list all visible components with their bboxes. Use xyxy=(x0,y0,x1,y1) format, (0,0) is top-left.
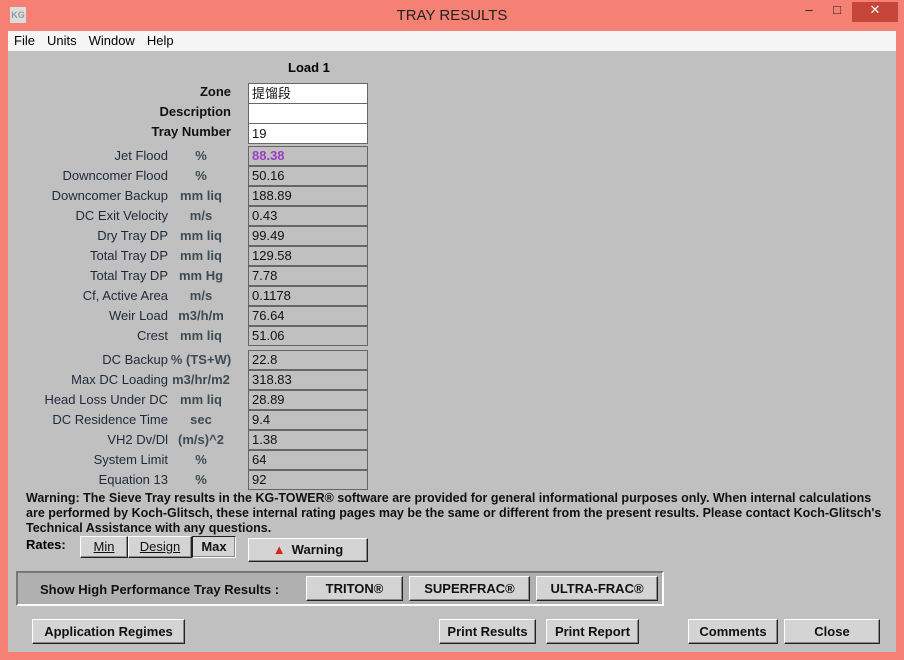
result-name: Total Tray DP xyxy=(89,248,168,263)
result-unit: m/s xyxy=(189,288,213,303)
description-label: Description xyxy=(159,104,231,119)
result-row: Jet Flood% 88.38 xyxy=(8,146,378,166)
result-value: 318.83 xyxy=(248,370,368,390)
result-row: Total Tray DP mm Hg 7.78 xyxy=(8,266,378,286)
menu-help[interactable]: Help xyxy=(141,31,180,51)
result-name: Max DC Loading xyxy=(71,372,168,387)
result-value: 9.4 xyxy=(248,410,368,430)
superfrac-button[interactable]: SUPERFRAC® xyxy=(409,576,530,601)
result-unit: mm liq xyxy=(180,328,222,343)
print-report-button[interactable]: Print Report xyxy=(546,619,639,644)
result-row: Head Loss Under DC mm liq 28.89 xyxy=(8,390,378,410)
result-row: VH2 Dv/Dl (m/s)^2 1.38 xyxy=(8,430,378,450)
result-row: Downcomer Backup mm liq 188.89 xyxy=(8,186,378,206)
comments-button[interactable]: Comments xyxy=(688,619,778,644)
result-unit: % xyxy=(195,148,207,163)
close-button[interactable]: Close xyxy=(784,619,880,644)
zone-field[interactable]: 提馏段 xyxy=(248,83,368,104)
result-row: System Limit% 64 xyxy=(8,450,378,470)
result-row: DC Residence Time sec 9.4 xyxy=(8,410,378,430)
result-unit: sec xyxy=(190,412,212,427)
rate-min-button[interactable]: Min xyxy=(80,536,128,558)
result-name: DC Residence Time xyxy=(52,412,168,427)
result-value: 64 xyxy=(248,450,368,470)
result-name: Total Tray DP xyxy=(89,268,168,283)
warning-button[interactable]: ▲ Warning xyxy=(248,538,368,562)
result-unit: % (TS+W) xyxy=(170,352,232,367)
result-row: DC Backup% (TS+W) 22.8 xyxy=(8,350,378,370)
result-unit: mm liq xyxy=(180,248,222,263)
result-row: Weir Load m3/h/m 76.64 xyxy=(8,306,378,326)
result-value: 99.49 xyxy=(248,226,368,246)
result-value: 28.89 xyxy=(248,390,368,410)
result-name: Cf, Active Area xyxy=(82,288,168,303)
hp-label: Show High Performance Tray Results : xyxy=(40,582,280,597)
tray-number-label: Tray Number xyxy=(151,124,231,139)
minimize-button[interactable]: – xyxy=(794,2,824,22)
result-unit: m3/hr/m2 xyxy=(172,372,230,387)
result-name: System Limit xyxy=(93,452,168,467)
menu-units[interactable]: Units xyxy=(41,31,83,51)
load-heading: Load 1 xyxy=(288,60,330,75)
window-title: TRAY RESULTS xyxy=(396,7,508,24)
result-value: 51.06 xyxy=(248,326,368,346)
result-row: DC Exit Velocity m/s 0.43 xyxy=(8,206,378,226)
client-area: Load 1 Zone 提馏段 Description Tray Number … xyxy=(8,51,896,652)
result-value: 88.38 xyxy=(248,146,368,166)
result-value: 7.78 xyxy=(248,266,368,286)
close-window-button[interactable]: ✕ xyxy=(852,2,898,22)
result-unit: % xyxy=(195,472,207,487)
result-unit: mm liq xyxy=(180,392,222,407)
result-row: Crest mm liq 51.06 xyxy=(8,326,378,346)
result-row: Downcomer Flood% 50.16 xyxy=(8,166,378,186)
tray-number-field[interactable]: 19 xyxy=(248,123,368,144)
zone-label: Zone xyxy=(199,84,231,99)
menu-file[interactable]: File xyxy=(8,31,41,51)
result-unit: % xyxy=(195,452,207,467)
result-value: 0.1178 xyxy=(248,286,368,306)
ultrafrac-button[interactable]: ULTRA-FRAC® xyxy=(536,576,658,601)
description-field[interactable] xyxy=(248,103,368,124)
rate-design-button[interactable]: Design xyxy=(128,536,192,558)
result-unit: mm Hg xyxy=(178,268,224,283)
result-name: Head Loss Under DC xyxy=(44,392,168,407)
result-value: 76.64 xyxy=(248,306,368,326)
warning-triangle-icon: ▲ xyxy=(272,542,286,557)
result-row: Cf, Active Area m/s 0.1178 xyxy=(8,286,378,306)
maximize-button[interactable]: □ xyxy=(822,2,852,22)
result-name: Downcomer Backup xyxy=(51,188,168,203)
result-unit: mm liq xyxy=(180,228,222,243)
result-value: 188.89 xyxy=(248,186,368,206)
rate-design-label: Design xyxy=(139,539,181,554)
result-value: 1.38 xyxy=(248,430,368,450)
result-value: 92 xyxy=(248,470,368,490)
print-results-button[interactable]: Print Results xyxy=(439,619,536,644)
rate-min-label: Min xyxy=(93,539,115,554)
menu-window[interactable]: Window xyxy=(83,31,141,51)
result-row: Max DC Loading m3/hr/m2 318.83 xyxy=(8,370,378,390)
rate-max-label: Max xyxy=(201,539,227,554)
result-unit: mm liq xyxy=(180,188,222,203)
result-value: 50.16 xyxy=(248,166,368,186)
result-row: Equation 13% 92 xyxy=(8,470,378,490)
triton-button[interactable]: TRITON® xyxy=(306,576,403,601)
warning-button-label: Warning xyxy=(291,542,344,557)
result-name: Downcomer Flood xyxy=(62,168,169,183)
high-performance-panel: Show High Performance Tray Results : TRI… xyxy=(16,571,664,606)
result-unit: (m/s)^2 xyxy=(178,432,224,447)
result-unit: % xyxy=(195,168,207,183)
menu-bar: File Units Window Help xyxy=(8,31,896,51)
rate-max-button[interactable]: Max xyxy=(192,536,236,558)
application-regimes-button[interactable]: Application Regimes xyxy=(32,619,185,644)
result-value: 129.58 xyxy=(248,246,368,266)
rates-label: Rates: xyxy=(26,537,66,552)
result-row: Dry Tray DP mm liq 99.49 xyxy=(8,226,378,246)
result-unit: m3/h/m xyxy=(178,308,224,323)
result-row: Total Tray DP mm liq 129.58 xyxy=(8,246,378,266)
result-name: DC Exit Velocity xyxy=(75,208,168,223)
result-value: 22.8 xyxy=(248,350,368,370)
result-unit: m/s xyxy=(189,208,213,223)
warning-text: Warning: The Sieve Tray results in the K… xyxy=(26,491,882,535)
result-value: 0.43 xyxy=(248,206,368,226)
